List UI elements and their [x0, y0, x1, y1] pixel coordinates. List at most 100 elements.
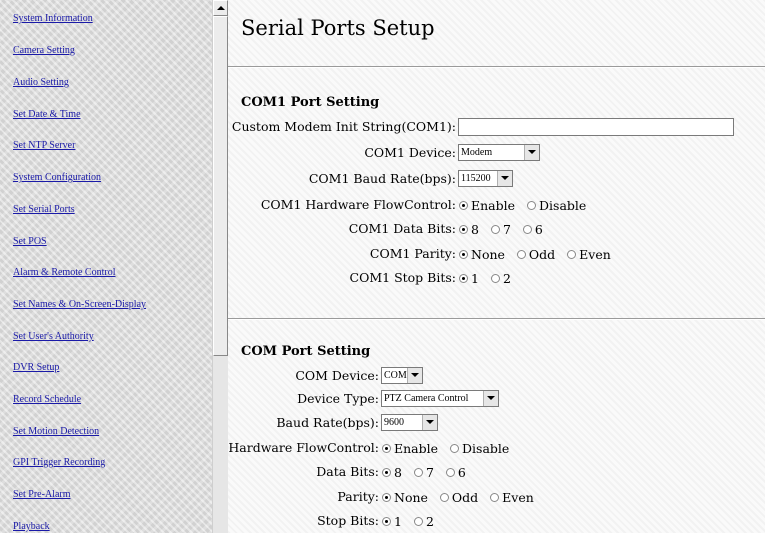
com1-parity-even[interactable]: Even [567, 247, 611, 262]
com1-parity-label: COM1 Parity: [369, 246, 456, 261]
sidebar-link[interactable]: Set Date & Time [13, 109, 81, 120]
sidebar-item-system-configuration[interactable]: System Configuration [13, 172, 101, 184]
com-stop-bits-1[interactable]: 1 [382, 514, 402, 529]
sidebar-link[interactable]: GPI Trigger Recording [13, 457, 105, 468]
sidebar-link[interactable]: Audio Setting [13, 77, 69, 88]
com-stop-bits-radios: 1 2 [382, 514, 442, 529]
sidebar-scrollbar[interactable] [212, 0, 228, 533]
com1-stop-bits-2[interactable]: 2 [490, 271, 511, 286]
scroll-up-arrow-icon[interactable] [213, 0, 228, 16]
radio-icon[interactable] [567, 250, 577, 259]
com1-device-row: COM1 Device: Modem [228, 143, 765, 163]
sidebar-item-set-serial-ports[interactable]: Set Serial Ports [13, 204, 75, 216]
page-title: Serial Ports Setup [241, 16, 435, 40]
com1-flow-row: COM1 Hardware FlowControl: Enable Disabl… [228, 195, 765, 215]
radio-icon[interactable] [490, 493, 500, 502]
com1-device-select[interactable]: Modem [458, 144, 540, 161]
chevron-down-icon[interactable] [422, 415, 437, 430]
sidebar-item-dvr-setup[interactable]: DVR Setup [13, 362, 59, 374]
sidebar-link[interactable]: System Information [13, 13, 93, 24]
sidebar-item-system-information[interactable]: System Information [13, 13, 93, 25]
sidebar-item-set-pre-alarm[interactable]: Set Pre-Alarm [13, 489, 71, 501]
radio-selected-icon[interactable] [382, 517, 391, 526]
radio-selected-icon[interactable] [382, 468, 391, 477]
com-parity-even[interactable]: Even [490, 490, 534, 505]
radio-icon[interactable] [490, 274, 500, 283]
com-parity-odd[interactable]: Odd [439, 490, 478, 505]
radio-icon[interactable] [413, 468, 423, 477]
sidebar-item-camera-setting[interactable]: Camera Setting [13, 45, 75, 57]
com-device-row: COM Device: COM2 [228, 366, 765, 386]
option-label: 2 [502, 271, 511, 286]
com1-data-bits-8[interactable]: 8 [459, 222, 479, 237]
sidebar-link[interactable]: Set Pre-Alarm [13, 489, 71, 500]
chevron-down-icon[interactable] [524, 145, 539, 160]
sidebar-link[interactable]: Camera Setting [13, 45, 75, 56]
sidebar-link[interactable]: DVR Setup [13, 362, 59, 373]
sidebar-link[interactable]: System Configuration [13, 172, 101, 183]
radio-icon[interactable] [490, 225, 500, 234]
radio-icon[interactable] [439, 493, 449, 502]
sidebar-link[interactable]: Record Schedule [13, 394, 81, 405]
sidebar-link[interactable]: Playback [13, 521, 50, 532]
com-parity-none[interactable]: None [382, 490, 428, 505]
sidebar-item-set-motion-detection[interactable]: Set Motion Detection [13, 426, 99, 438]
com1-device-label: COM1 Device: [364, 145, 456, 160]
radio-icon[interactable] [527, 201, 537, 210]
com1-stop-bits-row: COM1 Stop Bits: 1 2 [228, 268, 765, 288]
com1-data-bits-7[interactable]: 7 [490, 222, 511, 237]
radio-selected-icon[interactable] [459, 225, 468, 234]
com1-modem-init-input[interactable] [458, 118, 734, 136]
com-stop-bits-2[interactable]: 2 [413, 514, 434, 529]
sidebar-item-set-ntp-server[interactable]: Set NTP Server [13, 140, 75, 152]
sidebar-item-gpi-trigger-recording[interactable]: GPI Trigger Recording [13, 457, 105, 469]
sidebar-link[interactable]: Set Names & On-Screen-Display [13, 299, 146, 310]
radio-selected-icon[interactable] [459, 250, 468, 259]
sidebar-item-alarm-remote-control[interactable]: Alarm & Remote Control [13, 267, 116, 279]
chevron-down-icon[interactable] [407, 368, 422, 383]
sidebar-item-set-users-authority[interactable]: Set User's Authority [13, 331, 94, 343]
radio-selected-icon[interactable] [459, 201, 468, 210]
com-flow-disable[interactable]: Disable [450, 441, 509, 456]
sidebar-item-audio-setting[interactable]: Audio Setting [13, 77, 69, 89]
sidebar-link[interactable]: Set NTP Server [13, 140, 75, 151]
option-label: 8 [471, 222, 479, 237]
scrollbar-thumb[interactable] [213, 16, 228, 356]
radio-selected-icon[interactable] [382, 493, 391, 502]
com1-stop-bits-1[interactable]: 1 [459, 271, 479, 286]
sidebar-link[interactable]: Set POS [13, 236, 47, 247]
radio-icon[interactable] [516, 250, 526, 259]
com-device-select[interactable]: COM2 [381, 367, 423, 384]
sidebar-item-set-date-time[interactable]: Set Date & Time [13, 109, 81, 121]
radio-icon[interactable] [413, 517, 423, 526]
sidebar-link[interactable]: Set User's Authority [13, 331, 94, 342]
sidebar-item-playback[interactable]: Playback [13, 521, 50, 533]
com1-data-bits-6[interactable]: 6 [522, 222, 543, 237]
sidebar-link[interactable]: Alarm & Remote Control [13, 267, 116, 278]
sidebar-link[interactable]: Set Motion Detection [13, 426, 99, 437]
sidebar-item-set-pos[interactable]: Set POS [13, 236, 47, 248]
com-data-bits-8[interactable]: 8 [382, 465, 402, 480]
com-data-bits-6[interactable]: 6 [445, 465, 466, 480]
radio-icon[interactable] [450, 444, 460, 453]
sidebar-item-set-names-osd[interactable]: Set Names & On-Screen-Display [13, 299, 146, 311]
com1-parity-none[interactable]: None [459, 247, 505, 262]
radio-selected-icon[interactable] [459, 274, 468, 283]
com1-baud-select[interactable]: 115200 [458, 170, 513, 187]
chevron-down-icon[interactable] [497, 171, 512, 186]
com-data-bits-7[interactable]: 7 [413, 465, 434, 480]
sidebar-link[interactable]: Set Serial Ports [13, 204, 75, 215]
radio-icon[interactable] [522, 225, 532, 234]
com-device-type-select[interactable]: PTZ Camera Control [381, 390, 499, 407]
com1-flow-disable[interactable]: Disable [527, 198, 586, 213]
option-label: Odd [528, 247, 556, 262]
radio-selected-icon[interactable] [382, 444, 391, 453]
sidebar-item-record-schedule[interactable]: Record Schedule [13, 394, 81, 406]
com-baud-select[interactable]: 9600 [381, 414, 438, 431]
com1-parity-odd[interactable]: Odd [516, 247, 556, 262]
com-flow-enable[interactable]: Enable [382, 441, 438, 456]
option-label: 6 [534, 222, 543, 237]
com1-flow-enable[interactable]: Enable [459, 198, 515, 213]
radio-icon[interactable] [445, 468, 455, 477]
chevron-down-icon[interactable] [483, 391, 498, 406]
